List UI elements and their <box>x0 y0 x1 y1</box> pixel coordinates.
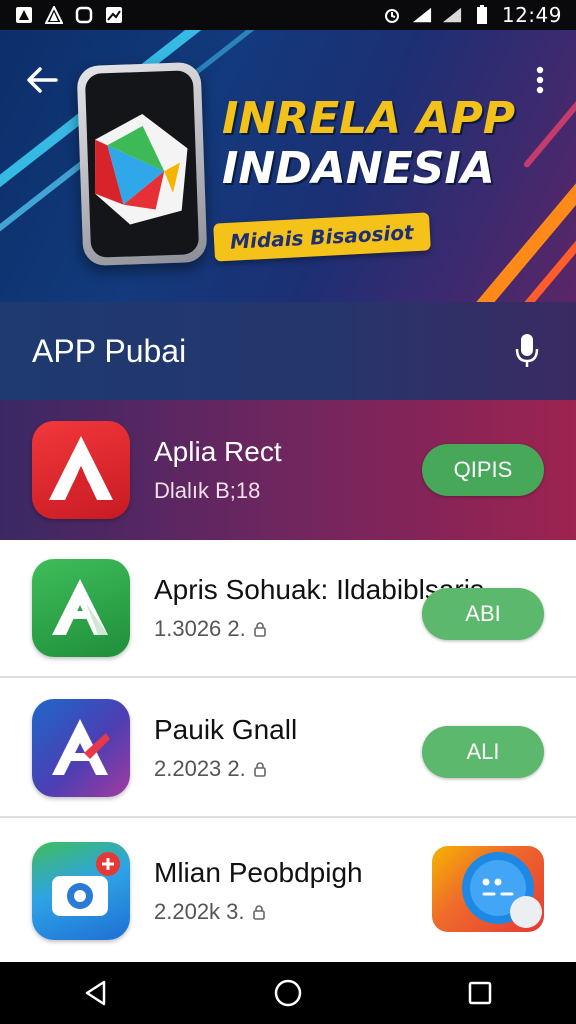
microphone-icon <box>515 334 539 367</box>
hero-decor-streak <box>179 30 341 87</box>
lock-icon <box>253 622 266 637</box>
arrow-left-icon <box>27 67 58 93</box>
alarm-icon <box>382 6 402 24</box>
app-meta-text: 1.3026 2. <box>154 616 246 641</box>
circle-home-icon <box>274 979 302 1007</box>
app-meta-text: 2.2023 2. <box>154 756 246 781</box>
hero-title-line2: INDANESIA <box>222 143 495 194</box>
status-bar-left <box>14 6 124 24</box>
nav-back-button[interactable] <box>66 963 126 1023</box>
featured-app-name: Aplia Rect <box>154 436 282 467</box>
letter-a-logo-icon <box>52 579 108 635</box>
play-store-logo-icon <box>95 113 188 225</box>
wifi-icon <box>412 6 432 24</box>
status-time: 12:49 <box>501 3 562 27</box>
lock-icon <box>253 762 266 777</box>
chat-bubble-icon <box>462 852 542 928</box>
search-bar[interactable]: APP Pubai <box>0 302 576 400</box>
nav-home-button[interactable] <box>258 963 318 1023</box>
app-list-item[interactable]: Pauik Gnall 2.2023 2. ALI <box>0 680 576 818</box>
notification-image-icon <box>104 6 124 24</box>
back-button[interactable] <box>22 60 62 100</box>
featured-install-button[interactable]: QIPIS <box>422 444 544 496</box>
nav-recents-button[interactable] <box>450 963 510 1023</box>
featured-app-row[interactable]: Aplia Rect Dlalık B;18 QIPIS <box>0 400 576 540</box>
signal-icon <box>442 6 462 24</box>
lock-icon <box>252 905 265 920</box>
letter-a-logo-icon <box>52 719 110 775</box>
featured-app-info: Aplia Rect Dlalık B;18 <box>154 436 422 504</box>
status-bar: 12:49 <box>0 0 576 30</box>
hero-tagline-badge: Midais Bisaosiot <box>213 212 431 262</box>
install-button[interactable]: ABI <box>422 588 544 640</box>
featured-app-meta: Dlalık B;18 <box>154 478 261 503</box>
app-meta-text: 2.202k 3. <box>154 899 245 924</box>
app-thumbnail-button[interactable] <box>432 846 544 932</box>
install-button[interactable]: ALI <box>422 726 544 778</box>
app-icon-blue-purple <box>32 699 130 797</box>
hero-phone-screen <box>84 70 200 258</box>
camera-icon <box>52 852 120 916</box>
battery-icon <box>472 5 492 24</box>
notification-triangle-icon <box>44 6 64 24</box>
status-bar-right: 12:49 <box>382 3 562 27</box>
hero-phone-illustration <box>76 61 208 267</box>
app-list-item[interactable]: Apris Sohuak: Ildabiblsaris 1.3026 2. AB… <box>0 540 576 678</box>
hero-title-line1: INRELA APP <box>222 93 516 144</box>
app-icon-camera <box>32 842 130 940</box>
search-input[interactable]: APP Pubai <box>32 333 186 370</box>
letter-a-logo-icon <box>49 436 113 500</box>
notification-square-icon <box>74 6 94 24</box>
triangle-back-icon <box>85 980 106 1006</box>
voice-search-button[interactable] <box>510 331 544 371</box>
featured-app-icon <box>32 421 130 519</box>
hero-title: INRELA APP INDANESIA <box>222 94 542 194</box>
more-vert-icon <box>536 66 544 94</box>
system-nav-bar <box>0 962 576 1024</box>
notification-app-icon <box>14 6 34 24</box>
app-list-item[interactable]: Mlian Peobdpigh 2.202k 3. <box>0 820 576 962</box>
app-icon-green <box>32 559 130 657</box>
square-recents-icon <box>468 981 492 1005</box>
hero-banner: INRELA APP INDANESIA Midais Bisaosiot <box>0 30 576 302</box>
